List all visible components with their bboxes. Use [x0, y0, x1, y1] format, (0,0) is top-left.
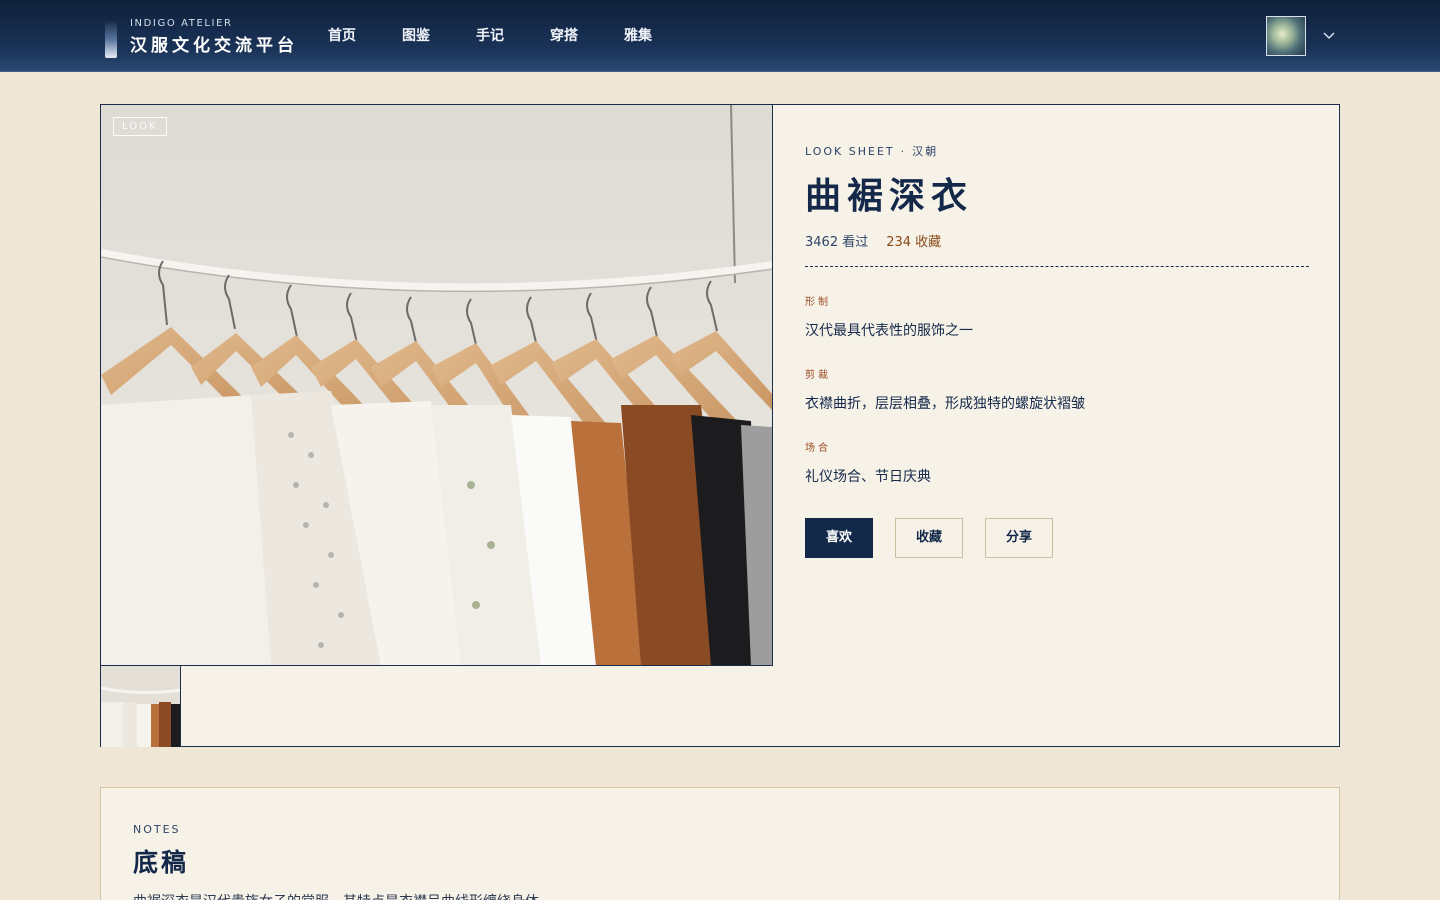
dynasty-label[interactable]: 汉朝: [912, 145, 938, 158]
collect-button[interactable]: 收藏: [895, 518, 963, 558]
dashed-divider: [805, 266, 1309, 267]
look-eyebrow: LOOK SHEET · 汉朝: [805, 143, 1309, 159]
nav-item-journal[interactable]: 手记: [464, 0, 516, 72]
notes-eyebrow: NOTES: [133, 823, 181, 836]
notes-card: NOTES 底稿 曲裾深衣是汉代贵族女子的常服，其特点是衣襟呈曲线形缠绕身体: [100, 787, 1340, 900]
field-label-cut: 剪裁: [805, 370, 831, 381]
look-detail-card: LOOK LOOK SHEET · 汉朝 曲裾深衣 3462 看过 234 收藏 形制…: [100, 104, 1340, 747]
notes-body: 曲裾深衣是汉代贵族女子的常服，其特点是衣襟呈曲线形缠绕身体: [133, 891, 539, 900]
favorite-count: 234 收藏: [886, 235, 942, 250]
look-eyebrow-label: LOOK SHEET: [805, 145, 895, 158]
look-image-tag: LOOK: [113, 117, 167, 136]
brand-english-name[interactable]: INDIGO ATELIER: [130, 18, 233, 29]
chevron-down-icon[interactable]: [1322, 28, 1336, 42]
look-actions: 喜欢 收藏 分享: [805, 518, 1309, 558]
clothing-rack-illustration: [101, 105, 772, 665]
field-label-form: 形制: [805, 297, 831, 308]
look-thumbnail[interactable]: [101, 666, 181, 747]
look-stats: 3462 看过 234 收藏: [805, 231, 1309, 250]
nav-item-home[interactable]: 首页: [316, 0, 368, 72]
view-count: 3462 看过: [805, 235, 869, 250]
user-avatar[interactable]: [1266, 16, 1306, 56]
share-button[interactable]: 分享: [985, 518, 1053, 558]
field-value-cut: 衣襟曲折，层层相叠，形成独特的螺旋状褶皱: [805, 396, 1085, 412]
like-button[interactable]: 喜欢: [805, 518, 873, 558]
nav-item-outfits[interactable]: 穿搭: [538, 0, 590, 72]
look-info-panel: LOOK SHEET · 汉朝 曲裾深衣 3462 看过 234 收藏 形制 汉代最具…: [805, 143, 1309, 558]
field-value-occasion: 礼仪场合、节日庆典: [805, 469, 931, 485]
look-title: 曲裾深衣: [805, 175, 974, 217]
field-label-occasion: 场合: [805, 443, 831, 454]
brand-logo-mark[interactable]: [105, 18, 117, 58]
look-main-photo[interactable]: LOOK: [101, 105, 773, 666]
separator-dot: ·: [900, 145, 907, 158]
nav-item-gatherings[interactable]: 雅集: [612, 0, 664, 72]
field-value-form: 汉代最具代表性的服饰之一: [805, 323, 973, 339]
nav-item-catalog[interactable]: 图鉴: [390, 0, 442, 72]
top-navigation-bar: INDIGO ATELIER 汉服文化交流平台 首页 图鉴 手记 穿搭 雅集: [0, 0, 1440, 72]
brand-chinese-name[interactable]: 汉服文化交流平台: [130, 31, 298, 56]
notes-title: 底稿: [133, 848, 190, 877]
main-nav: 首页 图鉴 手记 穿搭 雅集: [316, 0, 686, 72]
